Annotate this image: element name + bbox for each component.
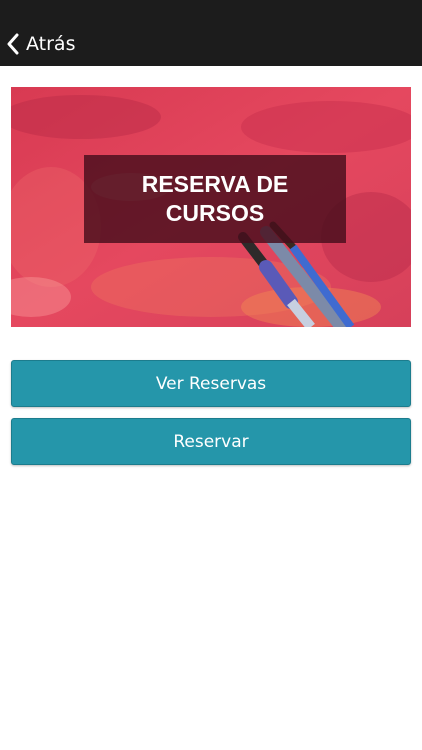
back-button[interactable]: Atrás [6,28,75,60]
banner-title-line2: CURSOS [165,200,265,226]
banner-title: RESERVA DE CURSOS [84,155,346,243]
banner-title-line1: RESERVA DE [141,171,289,197]
back-label: Atrás [26,33,76,55]
view-bookings-button[interactable]: Ver Reservas [11,360,411,407]
chevron-left-icon [6,33,20,55]
nav-bar: Atrás [0,0,422,66]
book-button[interactable]: Reservar [11,418,411,465]
banner-image: RESERVA DE CURSOS [11,87,411,327]
